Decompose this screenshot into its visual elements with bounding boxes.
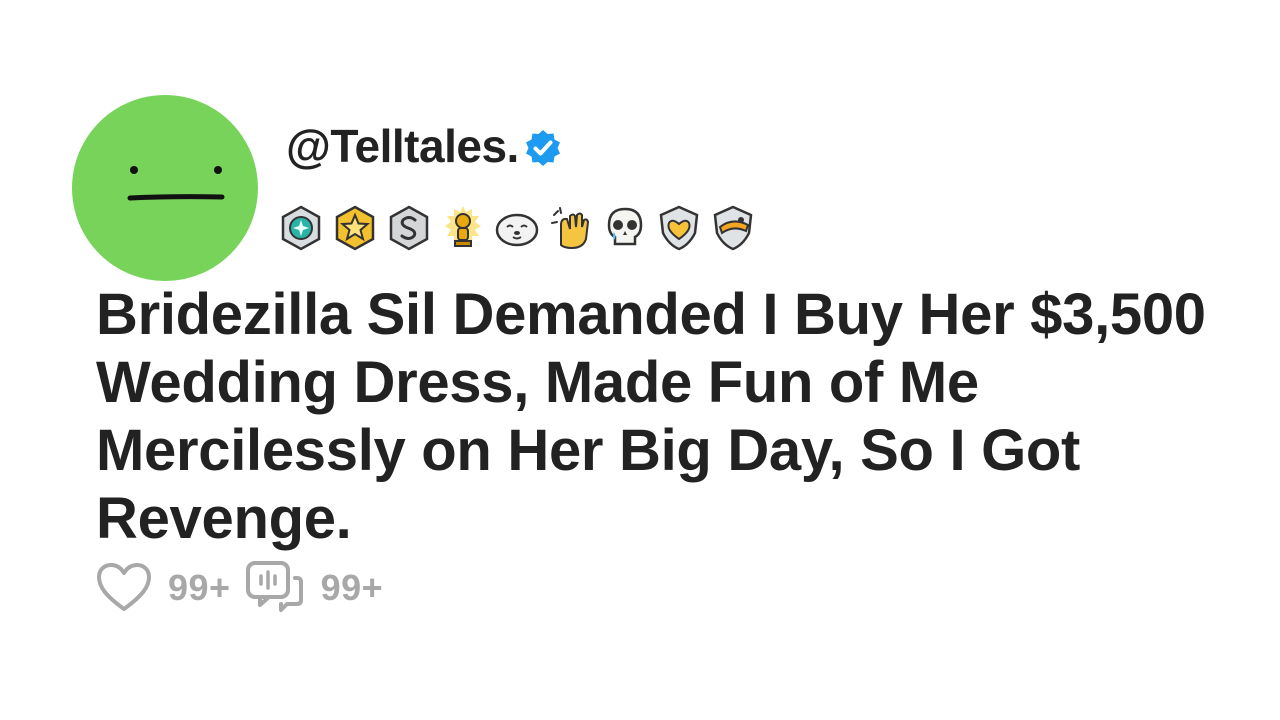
heart-shield-award-icon[interactable] xyxy=(654,203,704,253)
avatar[interactable] xyxy=(72,95,258,281)
comment-count: 99+ xyxy=(320,567,384,608)
heart-icon[interactable] xyxy=(96,562,152,614)
verified-badge-icon xyxy=(525,130,560,166)
shield-kiss-award-icon[interactable] xyxy=(708,203,758,253)
silver-s-award-icon[interactable] xyxy=(384,203,434,253)
neutral-face-icon xyxy=(127,166,225,201)
comment-icon[interactable] xyxy=(245,560,305,616)
post-stats: 99+ 99+ xyxy=(96,560,397,616)
awards-row xyxy=(276,203,758,253)
author-row: @Telltales. xyxy=(286,118,563,174)
author-handle[interactable]: @Telltales. xyxy=(286,118,519,174)
gold-trophy-snoo-award-icon[interactable] xyxy=(438,203,488,253)
clapping-hands-award-icon[interactable] xyxy=(546,203,596,253)
gold-star-award-icon[interactable] xyxy=(330,203,380,253)
seal-award-icon[interactable] xyxy=(492,203,542,253)
platinum-gem-award-icon[interactable] xyxy=(276,203,326,253)
crying-skull-award-icon[interactable] xyxy=(600,203,650,253)
post-headline: Bridezilla Sil Demanded I Buy Her $3,500… xyxy=(96,282,1206,551)
like-count: 99+ xyxy=(168,567,231,608)
